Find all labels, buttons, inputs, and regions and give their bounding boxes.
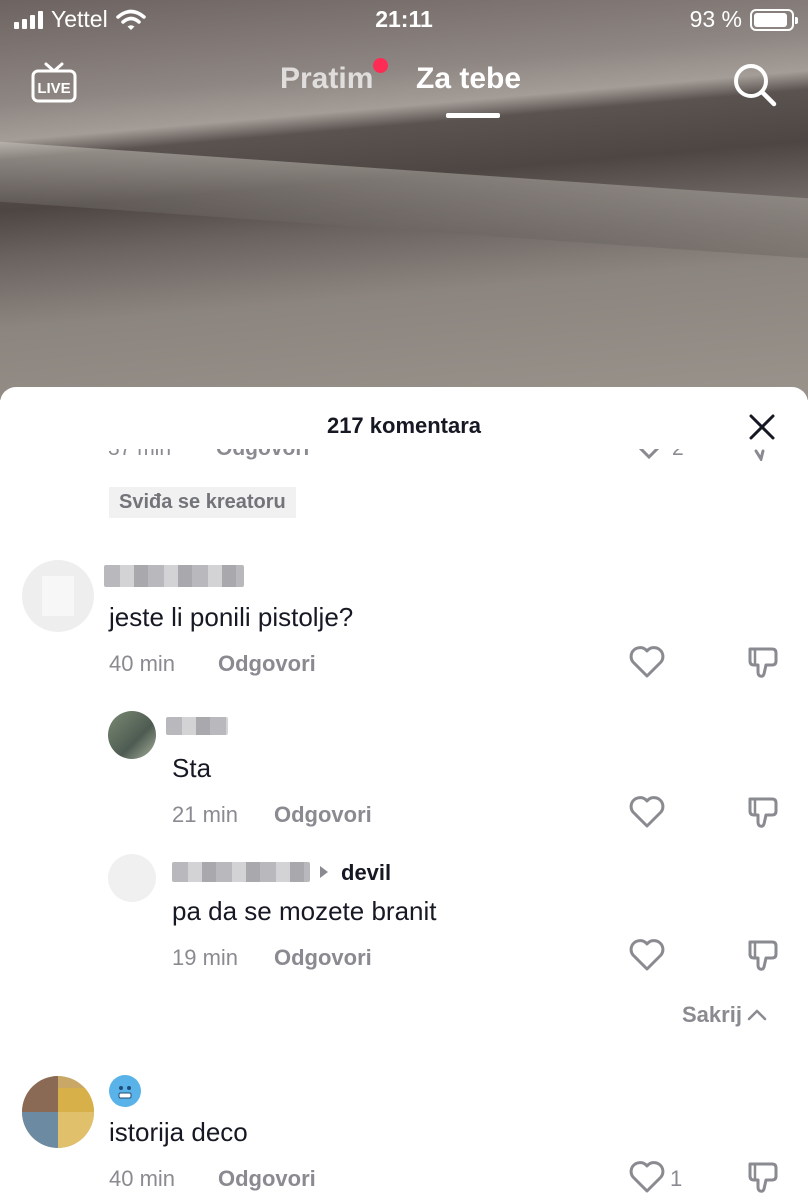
username-blurred[interactable] — [166, 717, 228, 735]
reply-button[interactable]: Odgovori — [218, 1166, 316, 1192]
reply-to-username[interactable]: devil — [341, 860, 391, 886]
reply-time: 21 min — [172, 802, 239, 827]
comment-time: 40 min — [109, 1166, 176, 1191]
username-blurred[interactable] — [104, 565, 244, 587]
comments-count-title: 217 komentara — [326, 413, 482, 438]
avatar[interactable] — [108, 711, 156, 759]
avatar[interactable] — [22, 1076, 94, 1148]
previous-comment-meta: 37 min Odgovori 2 — [108, 449, 808, 471]
hide-replies-label: Sakrij — [682, 1002, 742, 1027]
active-tab-indicator — [446, 113, 500, 118]
dislike-icon[interactable] — [744, 1158, 782, 1196]
avatar[interactable] — [108, 854, 156, 902]
heart-icon[interactable] — [628, 1158, 666, 1196]
reply-text: pa da se mozete branit — [172, 896, 437, 926]
video-background[interactable] — [0, 0, 808, 400]
comment-time: 40 min — [109, 651, 176, 676]
status-right: 93 % — [689, 6, 798, 33]
svg-text:LIVE: LIVE — [37, 80, 70, 97]
reply-time: 19 min — [172, 945, 239, 970]
tab-for-you[interactable]: Za tebe — [416, 62, 521, 96]
notification-dot — [373, 58, 388, 73]
reply-button[interactable]: Odgovori — [218, 651, 316, 677]
comments-sheet: 217 komentara 37 min Odgovori 2 Sviđa se… — [0, 387, 808, 1200]
reply-arrow-icon — [320, 866, 328, 878]
comment-text: istorija deco — [109, 1117, 248, 1147]
heart-icon[interactable] — [628, 936, 666, 974]
avatar[interactable] — [22, 560, 94, 632]
heart-icon[interactable] — [628, 643, 666, 681]
cold-face-emoji-icon — [109, 1075, 141, 1107]
dislike-icon[interactable] — [744, 643, 782, 681]
clock: 21:11 — [375, 6, 433, 32]
username-blurred[interactable] — [172, 862, 310, 882]
liked-by-creator-badge: Sviđa se kreatoru — [109, 487, 296, 518]
heart-icon[interactable] — [628, 793, 666, 831]
close-icon[interactable] — [746, 411, 778, 443]
reply-button[interactable]: Odgovori — [274, 802, 372, 828]
live-tv-icon[interactable]: LIVE — [30, 58, 78, 106]
reply-text: Sta — [172, 753, 212, 783]
dislike-icon[interactable] — [744, 936, 782, 974]
chevron-up-icon — [747, 1009, 767, 1021]
hide-replies-button[interactable]: Sakrij — [682, 1002, 768, 1028]
dislike-icon[interactable] — [744, 793, 782, 831]
like-count: 1 — [670, 1166, 683, 1191]
previous-comment-time: 37 min — [108, 449, 171, 461]
reply-button[interactable]: Odgovori — [274, 945, 372, 971]
previous-reply-button[interactable]: Odgovori — [216, 449, 309, 461]
search-icon[interactable] — [730, 60, 778, 108]
status-bar: Yettel 21:11 93 % — [0, 0, 808, 40]
dislike-icon[interactable] — [748, 449, 774, 461]
battery-icon — [750, 8, 798, 31]
tab-following[interactable]: Pratim — [280, 62, 373, 96]
battery-percent: 93 % — [689, 6, 742, 32]
comment-text: jeste li ponili pistolje? — [109, 602, 354, 632]
heart-icon[interactable] — [636, 449, 662, 461]
previous-like-count: 2 — [672, 449, 684, 461]
